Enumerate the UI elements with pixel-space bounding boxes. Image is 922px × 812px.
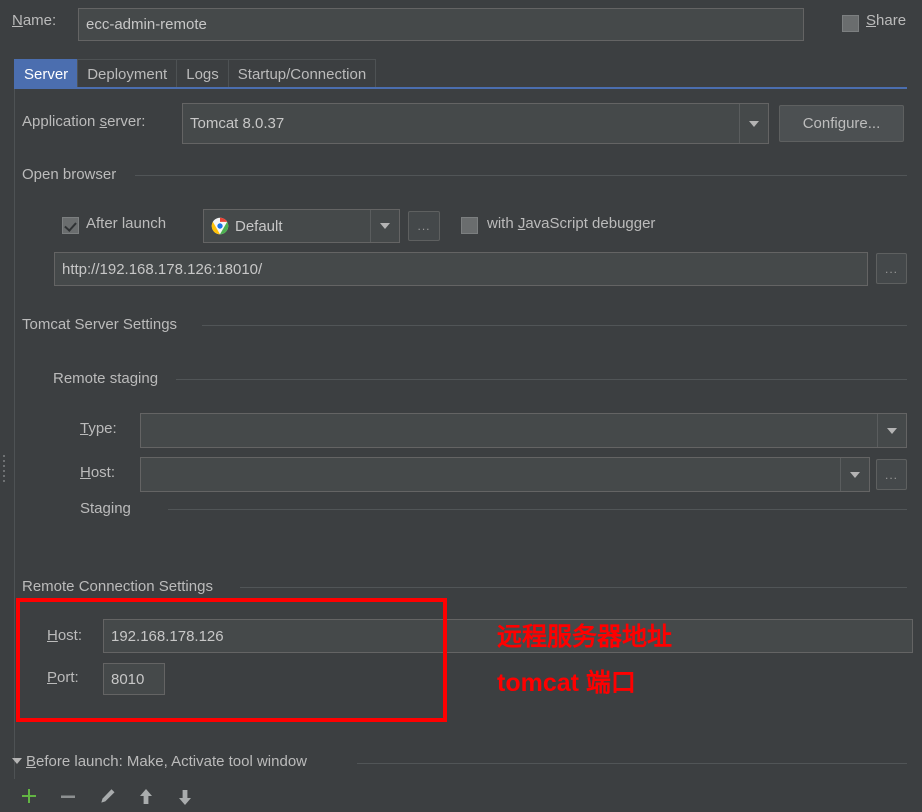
tab-deployment[interactable]: Deployment bbox=[77, 59, 178, 88]
splitter-grip[interactable] bbox=[1, 452, 7, 488]
annotation-tomcat-port: tomcat 端口 bbox=[497, 669, 636, 697]
staging-host-label: Host: bbox=[80, 464, 116, 481]
staging-host-combo[interactable] bbox=[140, 457, 870, 492]
configure-button-label: Configure... bbox=[802, 115, 881, 132]
remote-staging-title: Remote staging bbox=[53, 370, 165, 387]
chevron-down-icon[interactable] bbox=[739, 104, 768, 143]
staging-subgroup-divider bbox=[168, 509, 907, 510]
move-up-icon[interactable] bbox=[135, 786, 157, 808]
add-icon[interactable] bbox=[18, 786, 40, 808]
name-input[interactable]: ecc-admin-remote bbox=[78, 8, 804, 41]
chrome-icon bbox=[211, 217, 229, 235]
url-browse-button-label: ... bbox=[884, 261, 898, 276]
tab-startup-connection-label: Startup/Connection bbox=[237, 65, 367, 83]
panel-left-border bbox=[14, 89, 15, 779]
before-launch-expand-icon[interactable] bbox=[12, 758, 22, 764]
staging-subgroup-title: Staging bbox=[80, 500, 137, 517]
url-input[interactable]: http://192.168.178.126:18010/ bbox=[54, 252, 868, 286]
url-browse-button[interactable]: ... bbox=[876, 253, 907, 284]
staging-type-label: Type: bbox=[80, 420, 117, 437]
after-launch-label[interactable]: After launch bbox=[86, 215, 166, 232]
browser-combo[interactable]: Default bbox=[203, 209, 400, 243]
tab-deployment-label: Deployment bbox=[87, 65, 168, 83]
staging-host-browse-button-label: ... bbox=[884, 467, 898, 482]
configure-button[interactable]: Configure... bbox=[779, 105, 904, 142]
application-server-combo[interactable]: Tomcat 8.0.37 bbox=[182, 103, 769, 144]
chevron-down-icon[interactable] bbox=[877, 414, 906, 447]
after-launch-checkbox[interactable] bbox=[62, 217, 79, 234]
application-server-label: Application server: bbox=[22, 113, 146, 130]
tab-logs[interactable]: Logs bbox=[176, 59, 229, 88]
tab-logs-label: Logs bbox=[186, 65, 219, 83]
browser-browse-button[interactable]: ... bbox=[408, 211, 440, 241]
open-browser-group-divider bbox=[135, 175, 907, 176]
tomcat-server-settings-title: Tomcat Server Settings bbox=[22, 316, 184, 333]
application-server-value: Tomcat 8.0.37 bbox=[190, 115, 285, 132]
remote-connection-settings-divider bbox=[240, 587, 907, 588]
run-configuration-dialog: Name: ecc-admin-remote Share Server Depl… bbox=[0, 0, 922, 809]
name-label: Name: bbox=[12, 12, 57, 29]
remote-staging-divider bbox=[176, 379, 907, 380]
annotation-remote-host: 远程服务器地址 bbox=[497, 623, 673, 651]
name-input-value: ecc-admin-remote bbox=[86, 16, 207, 33]
open-browser-group-title: Open browser bbox=[22, 166, 123, 183]
tab-startup-connection[interactable]: Startup/Connection bbox=[227, 59, 377, 88]
chevron-down-icon[interactable] bbox=[370, 210, 399, 242]
remove-icon[interactable] bbox=[57, 786, 79, 808]
tab-selection-underline bbox=[14, 87, 907, 89]
edit-pencil-icon[interactable] bbox=[96, 786, 118, 808]
tab-server-label: Server bbox=[24, 65, 69, 83]
browser-value: Default bbox=[235, 217, 283, 235]
move-down-icon[interactable] bbox=[174, 786, 196, 808]
tab-server[interactable]: Server bbox=[14, 59, 79, 88]
js-debugger-label[interactable]: with JavaScript debugger bbox=[487, 215, 655, 232]
before-launch-divider bbox=[357, 763, 907, 764]
url-input-value: http://192.168.178.126:18010/ bbox=[62, 260, 263, 278]
tab-bar: Server Deployment Logs Startup/Connectio… bbox=[14, 59, 377, 88]
share-checkbox[interactable] bbox=[842, 15, 859, 32]
staging-host-browse-button[interactable]: ... bbox=[876, 459, 907, 490]
browser-browse-button-label: ... bbox=[417, 219, 431, 233]
staging-type-combo[interactable] bbox=[140, 413, 907, 448]
share-label[interactable]: Share bbox=[866, 12, 906, 29]
remote-connection-settings-title: Remote Connection Settings bbox=[22, 578, 219, 595]
highlight-box-remote-connection bbox=[16, 598, 447, 722]
before-launch-toolbar bbox=[18, 786, 196, 808]
js-debugger-checkbox[interactable] bbox=[461, 217, 478, 234]
chevron-down-icon[interactable] bbox=[840, 458, 869, 491]
before-launch-title[interactable]: Before launch: Make, Activate tool windo… bbox=[26, 753, 307, 770]
tomcat-server-settings-divider bbox=[202, 325, 907, 326]
